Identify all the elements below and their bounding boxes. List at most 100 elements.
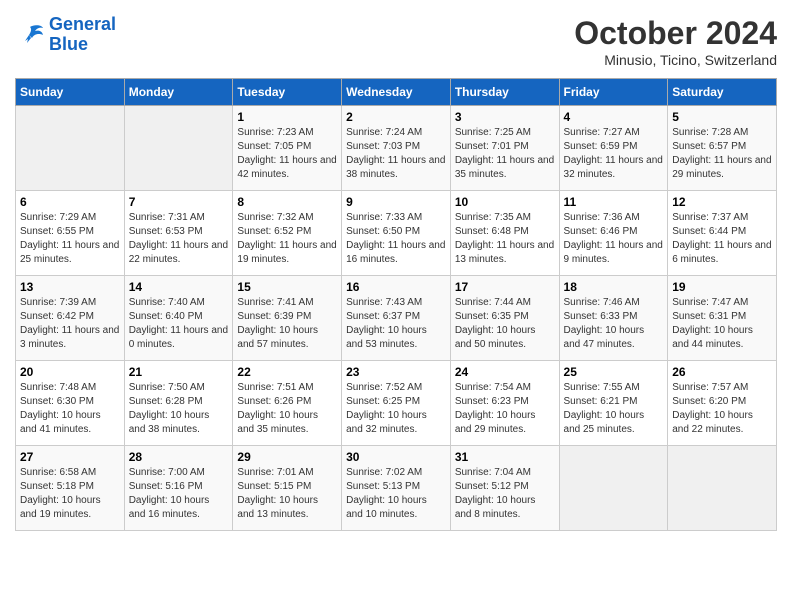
calendar-cell: 11 Sunrise: 7:36 AMSunset: 6:46 PMDayligh… <box>559 191 668 276</box>
day-number: 12 <box>672 195 772 209</box>
calendar-cell: 3Sunrise: 7:25 AMSunset: 7:01 PMDaylight… <box>450 106 559 191</box>
day-info: Sunrise: 7:24 AMSunset: 7:03 PMDaylight:… <box>346 126 446 182</box>
calendar-cell: 1 Sunrise: 7:23 AMSunset: 7:05 PMDaylight… <box>233 106 342 191</box>
calendar-week-row: 27 Sunrise: 6:58 AMSunset: 5:18 PMDayligh… <box>16 446 777 531</box>
calendar-cell: 26 Sunrise: 7:57 AMSunset: 6:20 PMDayligh… <box>668 361 777 446</box>
calendar-cell: 28 Sunrise: 7:00 AMSunset: 5:16 PMDayligh… <box>124 446 233 531</box>
calendar-cell: 6 Sunrise: 7:29 AMSunset: 6:55 PMDaylight… <box>16 191 125 276</box>
day-number: 17 <box>455 280 555 294</box>
day-info: Sunrise: 7:55 AMSunset: 6:21 PMDaylight:… <box>564 381 664 437</box>
day-number: 28 <box>129 450 229 464</box>
calendar-week-row: 20 Sunrise: 7:48 AMSunset: 6:30 PMDayligh… <box>16 361 777 446</box>
calendar-cell: 7 Sunrise: 7:31 AMSunset: 6:53 PMDaylight… <box>124 191 233 276</box>
calendar-cell <box>668 446 777 531</box>
day-info: Sunrise: 7:51 AMSunset: 6:26 PMDaylight:… <box>237 381 337 437</box>
day-header-friday: Friday <box>559 79 668 106</box>
day-number: 31 <box>455 450 555 464</box>
calendar-cell <box>124 106 233 191</box>
day-number: 10 <box>455 195 555 209</box>
day-info: Sunrise: 7:31 AMSunset: 6:53 PMDaylight:… <box>129 211 229 267</box>
day-info: Sunrise: 7:39 AMSunset: 6:42 PMDaylight:… <box>20 296 120 352</box>
day-info: Sunrise: 7:01 AMSunset: 5:15 PMDaylight:… <box>237 466 337 522</box>
day-info: Sunrise: 7:29 AMSunset: 6:55 PMDaylight:… <box>20 211 120 267</box>
calendar-cell: 16Sunrise: 7:43 AMSunset: 6:37 PMDayligh… <box>342 276 451 361</box>
day-number: 13 <box>20 280 120 294</box>
day-number: 25 <box>564 365 664 379</box>
day-number: 2 <box>346 110 446 124</box>
day-info: Sunrise: 7:54 AMSunset: 6:23 PMDaylight:… <box>455 381 555 437</box>
calendar-cell: 18Sunrise: 7:46 AMSunset: 6:33 PMDayligh… <box>559 276 668 361</box>
day-info: Sunrise: 7:37 AMSunset: 6:44 PMDaylight:… <box>672 211 772 267</box>
calendar-cell <box>16 106 125 191</box>
calendar-cell: 31 Sunrise: 7:04 AMSunset: 5:12 PMDayligh… <box>450 446 559 531</box>
calendar-cell: 22 Sunrise: 7:51 AMSunset: 6:26 PMDayligh… <box>233 361 342 446</box>
day-number: 18 <box>564 280 664 294</box>
day-number: 20 <box>20 365 120 379</box>
day-info: Sunrise: 7:47 AMSunset: 6:31 PMDaylight:… <box>672 296 772 352</box>
day-info: Sunrise: 7:23 AMSunset: 7:05 PMDaylight:… <box>237 126 337 182</box>
day-number: 15 <box>237 280 337 294</box>
day-number: 22 <box>237 365 337 379</box>
day-number: 14 <box>129 280 229 294</box>
calendar-cell: 27 Sunrise: 6:58 AMSunset: 5:18 PMDayligh… <box>16 446 125 531</box>
day-number: 4 <box>564 110 664 124</box>
day-number: 1 <box>237 110 337 124</box>
day-info: Sunrise: 7:32 AMSunset: 6:52 PMDaylight:… <box>237 211 337 267</box>
calendar-cell: 24 Sunrise: 7:54 AMSunset: 6:23 PMDayligh… <box>450 361 559 446</box>
calendar-cell: 29 Sunrise: 7:01 AMSunset: 5:15 PMDayligh… <box>233 446 342 531</box>
calendar-week-row: 1 Sunrise: 7:23 AMSunset: 7:05 PMDaylight… <box>16 106 777 191</box>
day-info: Sunrise: 7:35 AMSunset: 6:48 PMDaylight:… <box>455 211 555 267</box>
day-info: Sunrise: 6:58 AMSunset: 5:18 PMDaylight:… <box>20 466 120 522</box>
logo-icon <box>15 23 45 47</box>
day-number: 19 <box>672 280 772 294</box>
day-info: Sunrise: 7:02 AMSunset: 5:13 PMDaylight:… <box>346 466 446 522</box>
calendar-cell: 25 Sunrise: 7:55 AMSunset: 6:21 PMDayligh… <box>559 361 668 446</box>
day-info: Sunrise: 7:52 AMSunset: 6:25 PMDaylight:… <box>346 381 446 437</box>
day-info: Sunrise: 7:36 AMSunset: 6:46 PMDaylight:… <box>564 211 664 267</box>
day-info: Sunrise: 7:50 AMSunset: 6:28 PMDaylight:… <box>129 381 229 437</box>
day-info: Sunrise: 7:40 AMSunset: 6:40 PMDaylight:… <box>129 296 229 352</box>
day-number: 24 <box>455 365 555 379</box>
day-info: Sunrise: 7:04 AMSunset: 5:12 PMDaylight:… <box>455 466 555 522</box>
month-title: October 2024 <box>574 15 777 52</box>
calendar-cell: 10 Sunrise: 7:35 AMSunset: 6:48 PMDayligh… <box>450 191 559 276</box>
calendar-cell: 17Sunrise: 7:44 AMSunset: 6:35 PMDayligh… <box>450 276 559 361</box>
calendar-cell: 8 Sunrise: 7:32 AMSunset: 6:52 PMDaylight… <box>233 191 342 276</box>
logo-line2: Blue <box>49 34 88 54</box>
day-info: Sunrise: 7:48 AMSunset: 6:30 PMDaylight:… <box>20 381 120 437</box>
calendar-table: SundayMondayTuesdayWednesdayThursdayFrid… <box>15 78 777 531</box>
calendar-cell: 14 Sunrise: 7:40 AMSunset: 6:40 PMDayligh… <box>124 276 233 361</box>
day-info: Sunrise: 7:33 AMSunset: 6:50 PMDaylight:… <box>346 211 446 267</box>
day-header-tuesday: Tuesday <box>233 79 342 106</box>
day-info: Sunrise: 7:41 AMSunset: 6:39 PMDaylight:… <box>237 296 337 352</box>
calendar-cell: 21 Sunrise: 7:50 AMSunset: 6:28 PMDayligh… <box>124 361 233 446</box>
logo-text: General Blue <box>49 15 116 55</box>
calendar-header-row: SundayMondayTuesdayWednesdayThursdayFrid… <box>16 79 777 106</box>
day-info: Sunrise: 7:43 AMSunset: 6:37 PMDaylight:… <box>346 296 446 352</box>
day-number: 6 <box>20 195 120 209</box>
calendar-cell: 19 Sunrise: 7:47 AMSunset: 6:31 PMDayligh… <box>668 276 777 361</box>
page-header: General Blue October 2024 Minusio, Ticin… <box>15 15 777 68</box>
calendar-cell <box>559 446 668 531</box>
logo: General Blue <box>15 15 116 55</box>
day-number: 21 <box>129 365 229 379</box>
calendar-cell: 13 Sunrise: 7:39 AMSunset: 6:42 PMDayligh… <box>16 276 125 361</box>
day-number: 5 <box>672 110 772 124</box>
calendar-cell: 5Sunrise: 7:28 AMSunset: 6:57 PMDaylight… <box>668 106 777 191</box>
day-number: 9 <box>346 195 446 209</box>
day-number: 27 <box>20 450 120 464</box>
day-number: 8 <box>237 195 337 209</box>
day-number: 7 <box>129 195 229 209</box>
calendar-week-row: 13 Sunrise: 7:39 AMSunset: 6:42 PMDayligh… <box>16 276 777 361</box>
day-number: 11 <box>564 195 664 209</box>
day-number: 26 <box>672 365 772 379</box>
day-number: 29 <box>237 450 337 464</box>
location-text: Minusio, Ticino, Switzerland <box>574 52 777 68</box>
calendar-cell: 12 Sunrise: 7:37 AMSunset: 6:44 PMDayligh… <box>668 191 777 276</box>
day-info: Sunrise: 7:57 AMSunset: 6:20 PMDaylight:… <box>672 381 772 437</box>
calendar-cell: 2 Sunrise: 7:24 AMSunset: 7:03 PMDaylight… <box>342 106 451 191</box>
calendar-cell: 4Sunrise: 7:27 AMSunset: 6:59 PMDaylight… <box>559 106 668 191</box>
day-header-sunday: Sunday <box>16 79 125 106</box>
day-info: Sunrise: 7:00 AMSunset: 5:16 PMDaylight:… <box>129 466 229 522</box>
day-header-wednesday: Wednesday <box>342 79 451 106</box>
